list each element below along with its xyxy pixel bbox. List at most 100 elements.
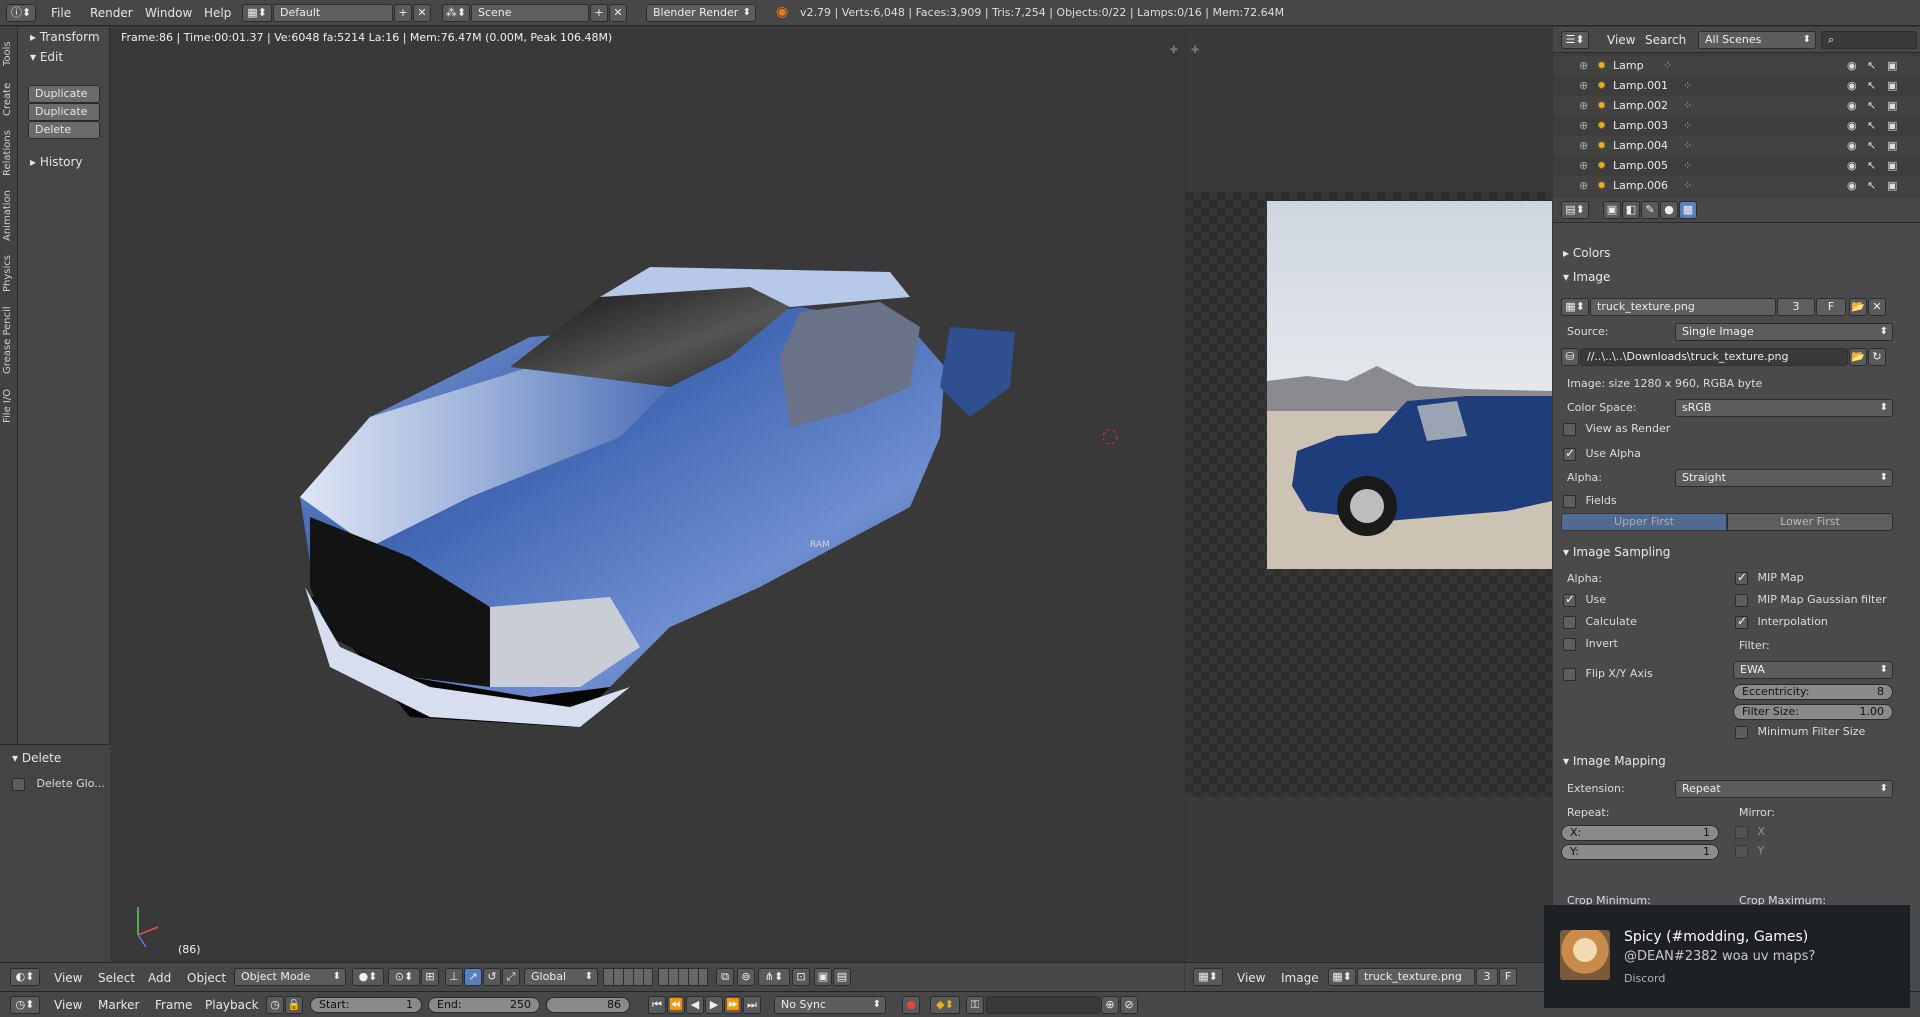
rotate-icon[interactable]: ↺ xyxy=(483,968,501,986)
menu-window[interactable]: Window xyxy=(145,4,192,22)
image-image-menu[interactable]: Image xyxy=(1281,969,1319,987)
edit-panel-header[interactable]: ▾ Edit xyxy=(30,50,63,64)
sync-mode-select[interactable]: No Sync xyxy=(774,996,886,1014)
upper-first-toggle[interactable]: Upper First xyxy=(1561,513,1727,531)
visibility-eye-icon[interactable]: ◉ xyxy=(1847,176,1857,196)
next-keyframe-icon[interactable]: ⏩ xyxy=(724,996,742,1014)
image-users-count[interactable]: 3 xyxy=(1777,298,1815,316)
pivot-point-icon[interactable]: ⊙⬍ xyxy=(388,968,420,986)
outliner-item-name[interactable]: Lamp.006 xyxy=(1613,176,1668,196)
browse-file-icon[interactable]: 📂 xyxy=(1849,348,1867,366)
image-header-name[interactable]: truck_texture.png xyxy=(1357,968,1475,986)
mip-gaussian-check[interactable] xyxy=(1735,593,1748,607)
outliner-item-name[interactable]: Lamp.005 xyxy=(1613,156,1668,176)
layout-grid-icon[interactable]: ▦⬍ xyxy=(242,4,272,22)
eccentricity-field[interactable]: Eccentricity: 8 xyxy=(1733,684,1893,700)
selectable-arrow-icon[interactable]: ↖ xyxy=(1867,96,1876,116)
play-reverse-icon[interactable]: ◀ xyxy=(686,996,704,1014)
tab-create[interactable]: Create xyxy=(2,77,16,121)
outliner-row[interactable]: ⊕ ✹ Lamp.004 ⁘ ◉ ↖ ▣ xyxy=(1553,136,1920,156)
use-alpha-check[interactable] xyxy=(1563,446,1576,461)
outliner-row[interactable]: ⊕ ✹ Lamp.006 ⁘ ◉ ↖ ▣ xyxy=(1553,176,1920,196)
snap-target-icon[interactable]: ⊡ xyxy=(792,968,810,986)
selectable-arrow-icon[interactable]: ↖ xyxy=(1867,136,1876,156)
menu-render[interactable]: Render xyxy=(90,4,133,22)
render-camera-icon[interactable]: ▣ xyxy=(1887,136,1897,156)
view-as-render-checkbox[interactable]: View as Render xyxy=(1563,422,1670,436)
image-sampling-header[interactable]: ▾ Image Sampling xyxy=(1563,545,1670,559)
translate-icon[interactable]: ↗ xyxy=(464,968,482,986)
proportional-edit-icon[interactable]: ⊚ xyxy=(737,968,755,986)
image-section-header[interactable]: ▾ Image xyxy=(1563,270,1610,284)
visibility-eye-icon[interactable]: ◉ xyxy=(1847,56,1857,76)
selectable-arrow-icon[interactable]: ↖ xyxy=(1867,56,1876,76)
render-anim-icon[interactable]: ▤ xyxy=(833,968,851,986)
scene-field[interactable]: Scene xyxy=(471,4,589,22)
expand-icon[interactable]: ⊕ xyxy=(1579,176,1588,196)
fields-check[interactable] xyxy=(1563,494,1576,508)
visibility-eye-icon[interactable]: ◉ xyxy=(1847,136,1857,156)
selectable-arrow-icon[interactable]: ↖ xyxy=(1867,176,1876,196)
timeline-playback-menu[interactable]: Playback xyxy=(205,996,259,1014)
remove-scene-icon[interactable]: ✕ xyxy=(609,4,627,22)
editor-type-info-icon[interactable]: ⓘ⬍ xyxy=(6,4,36,22)
outliner-item-name[interactable]: Lamp.004 xyxy=(1613,136,1668,156)
insert-keyframe-icon[interactable]: ⊕ xyxy=(1101,996,1119,1014)
image-browse-header-icon[interactable]: ▦⬍ xyxy=(1328,968,1356,986)
add-menu[interactable]: Add xyxy=(148,969,171,987)
timeline-editor-icon[interactable]: ◷⬍ xyxy=(10,996,40,1014)
outliner-menu-search[interactable]: Search xyxy=(1645,31,1686,49)
expand-icon[interactable]: ⊕ xyxy=(1579,136,1588,156)
repeat-y-field[interactable]: Y: 1 xyxy=(1561,844,1719,860)
source-select[interactable]: Single Image xyxy=(1675,323,1893,341)
layers-grid-1[interactable] xyxy=(603,968,653,986)
reload-image-icon[interactable]: ↻ xyxy=(1868,348,1886,366)
min-filter-size-check[interactable] xyxy=(1735,725,1748,739)
render-camera-icon[interactable]: ▣ xyxy=(1887,116,1897,136)
view-as-render-check[interactable] xyxy=(1563,422,1576,436)
outliner-item-name[interactable]: Lamp.002 xyxy=(1613,96,1668,116)
discord-notification[interactable]: Spicy (#modding, Games) @DEAN#2382 woa u… xyxy=(1544,905,1910,1008)
filepath-input[interactable]: //..\..\..\Downloads\truck_texture.png xyxy=(1580,348,1848,366)
image-header-users[interactable]: 3 xyxy=(1476,968,1498,986)
render-camera-icon[interactable]: ▣ xyxy=(1887,176,1897,196)
visibility-eye-icon[interactable]: ◉ xyxy=(1847,96,1857,116)
snap-element-icon[interactable]: ⋔⬍ xyxy=(758,968,790,986)
scene-icon[interactable]: ⁂⬍ xyxy=(442,4,470,22)
visibility-eye-icon[interactable]: ◉ xyxy=(1847,116,1857,136)
sampling-use-checkbox[interactable]: Use xyxy=(1563,592,1606,607)
brush-icon[interactable]: ✎ xyxy=(1641,201,1659,219)
texture-preview[interactable] xyxy=(1267,201,1552,569)
outliner-item-name[interactable]: Lamp.003 xyxy=(1613,116,1668,136)
selectable-arrow-icon[interactable]: ↖ xyxy=(1867,116,1876,136)
timeline-marker-menu[interactable]: Marker xyxy=(98,996,139,1014)
render-camera-icon[interactable]: ▣ xyxy=(1887,56,1897,76)
tab-animation[interactable]: Animation xyxy=(2,185,16,247)
filter-select[interactable]: EWA xyxy=(1733,661,1893,679)
outliner-row[interactable]: ⊕ ✹ Lamp ⁘ ◉ ↖ ▣ xyxy=(1553,56,1920,76)
scale-icon[interactable]: ⤢ xyxy=(502,968,520,986)
mirror-y-checkbox[interactable]: Y xyxy=(1735,844,1764,858)
end-frame-field[interactable]: End: 250 xyxy=(428,997,540,1013)
3d-viewport[interactable]: Frame:86 | Time:00:01.37 | Ve:6048 fa:52… xyxy=(110,27,1184,962)
select-menu[interactable]: Select xyxy=(98,969,135,987)
add-scene-icon[interactable]: + xyxy=(590,4,608,22)
alpha-mode-select[interactable]: Straight xyxy=(1675,469,1893,487)
record-icon[interactable]: ● xyxy=(902,996,920,1014)
world-icon[interactable]: ● xyxy=(1660,201,1678,219)
render-camera-icon[interactable]: ▣ xyxy=(1887,96,1897,116)
calculate-checkbox[interactable]: Calculate xyxy=(1563,615,1637,629)
colors-section-header[interactable]: ▸ Colors xyxy=(1563,246,1610,260)
outliner-editor-icon[interactable]: ☰⬍ xyxy=(1561,31,1589,49)
view-menu[interactable]: View xyxy=(54,969,82,987)
duplicate-button[interactable]: Duplicate xyxy=(28,85,100,103)
interpolation-checkbox[interactable]: Interpolation xyxy=(1735,614,1828,629)
orientation-select[interactable]: Global xyxy=(524,968,598,986)
outliner-filter-select[interactable]: All Scenes xyxy=(1698,31,1816,49)
fields-checkbox[interactable]: Fields xyxy=(1563,494,1617,508)
expand-icon[interactable]: ⊕ xyxy=(1579,56,1588,76)
layer-toggle-icon[interactable]: ⊞ xyxy=(421,968,439,986)
tab-physics[interactable]: Physics xyxy=(2,251,16,297)
keying-icon[interactable]: ◆⬍ xyxy=(930,996,960,1014)
open-image-icon[interactable]: 📂 xyxy=(1849,298,1867,316)
